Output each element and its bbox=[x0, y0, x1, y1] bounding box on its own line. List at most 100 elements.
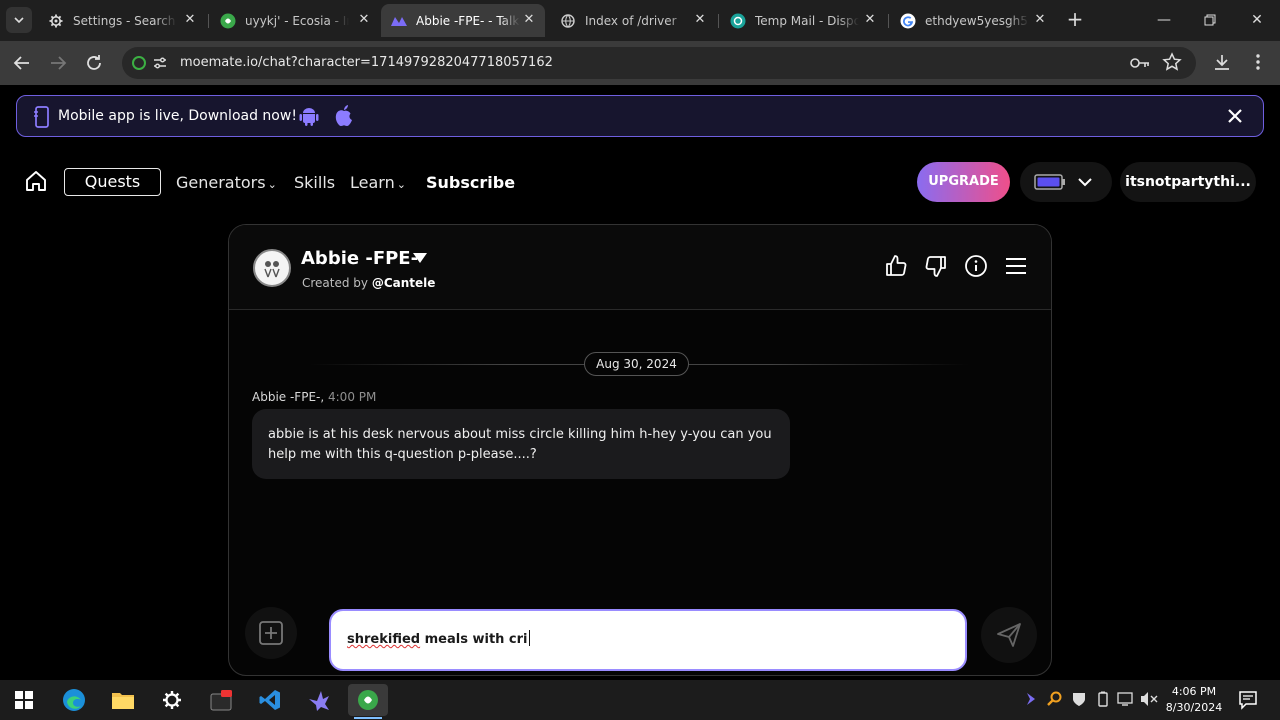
tab-settings[interactable]: Settings - Search e ✕ bbox=[38, 4, 206, 37]
plus-square-icon bbox=[259, 621, 283, 645]
nav-learn[interactable]: Learn ⌄ bbox=[350, 173, 406, 192]
settings-icon[interactable] bbox=[152, 684, 192, 716]
energy-dropdown[interactable] bbox=[1020, 162, 1112, 202]
search-tray-icon[interactable] bbox=[1046, 690, 1064, 708]
reload-icon bbox=[87, 55, 101, 70]
nav-quests-button[interactable]: Quests bbox=[64, 168, 161, 196]
bookmark-star-icon[interactable] bbox=[1162, 52, 1182, 72]
vscode-icon[interactable] bbox=[250, 684, 290, 716]
close-icon[interactable]: ✕ bbox=[862, 12, 878, 28]
upgrade-button[interactable]: UPGRADE bbox=[917, 162, 1010, 202]
tab-moemate-active[interactable]: Abbie -FPE- - Talk ✕ bbox=[381, 4, 545, 37]
volume-muted-icon[interactable] bbox=[1140, 690, 1158, 708]
network-icon[interactable] bbox=[1117, 690, 1135, 708]
tab-search-button[interactable] bbox=[6, 7, 32, 33]
browser-toolbar: moemate.io/chat?character=17149792820477… bbox=[0, 41, 1280, 85]
password-key-icon[interactable] bbox=[1130, 53, 1150, 73]
edge-icon[interactable] bbox=[54, 684, 94, 716]
close-icon[interactable]: ✕ bbox=[692, 12, 708, 28]
new-tab-button[interactable]: + bbox=[1064, 8, 1086, 30]
download-icon[interactable] bbox=[1212, 52, 1232, 72]
banner-text: Mobile app is live, Download now! bbox=[58, 108, 297, 124]
created-by-prefix: Created by bbox=[302, 276, 369, 290]
avatar[interactable] bbox=[253, 249, 291, 287]
tab-temp-mail[interactable]: Temp Mail - Dispo ✕ bbox=[720, 4, 886, 37]
url-text: moemate.io/chat?character=17149792820477… bbox=[180, 55, 553, 70]
window-close-icon[interactable]: ✕ bbox=[1245, 8, 1269, 32]
message-time: 4:00 PM bbox=[328, 390, 377, 404]
chat-panel: Abbie -FPE- Created by @Cantele Aug 30, … bbox=[228, 224, 1052, 676]
character-name[interactable]: Abbie -FPE- bbox=[301, 248, 418, 269]
media-app-icon[interactable] bbox=[201, 684, 241, 716]
thumbs-down-icon[interactable] bbox=[923, 253, 949, 279]
close-icon[interactable]: ✕ bbox=[182, 12, 198, 28]
moemate-icon bbox=[391, 13, 407, 29]
arrow-right-icon bbox=[51, 56, 67, 70]
chevron-down-icon bbox=[1078, 178, 1092, 187]
forward-button[interactable] bbox=[46, 51, 70, 75]
app-download-banner: Mobile app is live, Download now! bbox=[16, 95, 1264, 137]
active-app-indicator bbox=[354, 717, 382, 719]
close-icon[interactable]: ✕ bbox=[1032, 12, 1048, 28]
tab-ecosia[interactable]: uyykj' - Ecosia - Im ✕ bbox=[210, 4, 380, 37]
home-icon[interactable] bbox=[24, 169, 48, 193]
character-avatar-icon bbox=[264, 261, 280, 278]
apple-icon[interactable] bbox=[333, 104, 355, 128]
date-divider: Aug 30, 2024 bbox=[584, 352, 689, 376]
gear-icon bbox=[48, 13, 64, 29]
tab-google-search[interactable]: ethdyew5yesgh5w ✕ bbox=[890, 4, 1056, 37]
arrow-left-icon bbox=[13, 56, 29, 70]
tab-index-driver[interactable]: Index of /driver ✕ bbox=[550, 4, 716, 37]
tab-title: ethdyew5yesgh5w bbox=[925, 13, 1029, 28]
chat-header: Abbie -FPE- Created by @Cantele bbox=[229, 225, 1051, 310]
misspelled-word: shrekified bbox=[347, 632, 421, 647]
minimize-icon[interactable]: — bbox=[1152, 8, 1176, 32]
message-input[interactable]: shrekified meals with cri bbox=[329, 609, 967, 671]
nav-generators[interactable]: Generators ⌄ bbox=[176, 173, 277, 192]
system-clock[interactable]: 4:06 PM 8/30/2024 bbox=[1162, 684, 1226, 716]
caret-down-icon[interactable] bbox=[413, 252, 427, 264]
nav-skills[interactable]: Skills bbox=[294, 173, 335, 192]
send-button[interactable] bbox=[981, 607, 1037, 663]
browser-tabstrip: Settings - Search e ✕ uyykj' - Ecosia - … bbox=[0, 0, 1280, 41]
mobile-phone-icon bbox=[34, 106, 49, 128]
info-icon[interactable] bbox=[963, 253, 989, 279]
page-content: Mobile app is live, Download now! Quests… bbox=[0, 85, 1280, 680]
creator-link[interactable]: @Cantele bbox=[372, 276, 436, 290]
site-nav: Quests Generators ⌄ Skills Learn ⌄ Subscri… bbox=[0, 155, 1280, 207]
message-meta: Abbie -FPE-, 4:00 PM bbox=[252, 390, 376, 404]
add-attachment-button[interactable] bbox=[245, 607, 297, 659]
windows-start-icon[interactable] bbox=[4, 684, 44, 716]
notification-center-icon[interactable] bbox=[1238, 690, 1258, 714]
clock-time: 4:06 PM bbox=[1171, 685, 1217, 698]
thumbs-up-icon[interactable] bbox=[883, 253, 909, 279]
user-menu-button[interactable]: itsnotpartythi... bbox=[1120, 162, 1256, 202]
text-caret bbox=[528, 630, 530, 646]
chevron-down-icon bbox=[14, 17, 24, 24]
restore-icon[interactable] bbox=[1198, 8, 1222, 32]
nav-subscribe[interactable]: Subscribe bbox=[426, 173, 515, 192]
tempmail-icon bbox=[730, 13, 746, 29]
battery-tray-icon[interactable] bbox=[1094, 690, 1112, 708]
file-explorer-icon[interactable] bbox=[103, 684, 143, 716]
more-menu-icon[interactable] bbox=[1248, 52, 1268, 72]
tab-title: Temp Mail - Dispo bbox=[755, 13, 859, 28]
close-icon[interactable]: ✕ bbox=[356, 12, 372, 28]
chevron-down-icon: ⌄ bbox=[396, 178, 406, 191]
back-button[interactable] bbox=[10, 51, 34, 75]
android-icon[interactable] bbox=[298, 105, 320, 127]
tab-title: Settings - Search e bbox=[73, 13, 177, 28]
close-icon[interactable] bbox=[1225, 106, 1245, 126]
site-settings-icon[interactable] bbox=[152, 55, 168, 71]
globe-icon bbox=[560, 13, 576, 29]
ecosia-taskbar-icon[interactable] bbox=[348, 684, 388, 716]
bird-app-icon[interactable] bbox=[299, 684, 339, 716]
reload-button[interactable] bbox=[82, 51, 106, 75]
address-bar[interactable]: moemate.io/chat?character=17149792820477… bbox=[122, 47, 1196, 79]
send-icon bbox=[997, 623, 1021, 647]
hamburger-menu-icon[interactable] bbox=[1003, 253, 1029, 279]
security-shield-icon[interactable] bbox=[1070, 690, 1088, 708]
battery-icon bbox=[1034, 174, 1065, 190]
close-icon[interactable]: ✕ bbox=[521, 12, 537, 28]
tray-app-icon[interactable] bbox=[1022, 690, 1040, 708]
